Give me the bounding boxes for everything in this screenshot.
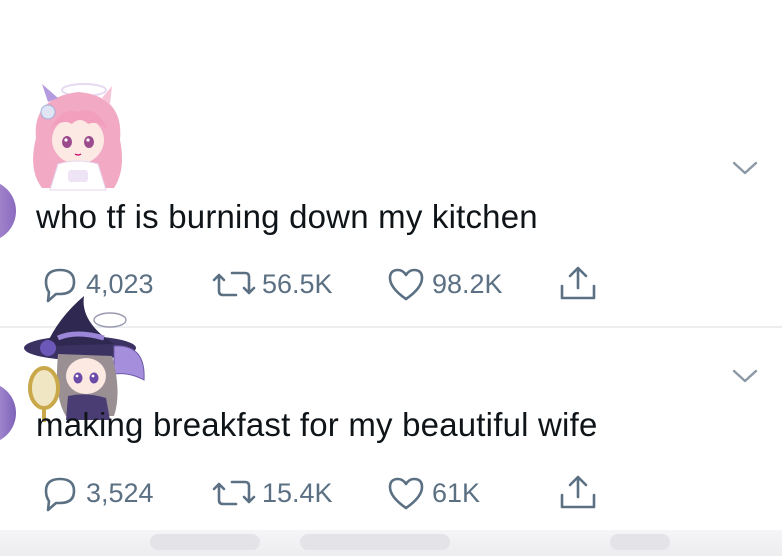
chevron-down-icon[interactable] <box>730 366 760 386</box>
speech-bubble-icon <box>44 477 76 512</box>
avatar[interactable] <box>0 180 16 242</box>
next-tweet-peek <box>0 530 782 556</box>
reply-button[interactable]: 3,524 <box>38 473 210 513</box>
heart-icon <box>388 477 424 510</box>
tweet-actions: 3,524 15.4K 61K <box>38 473 600 513</box>
tweet-text: making breakfast for my beautiful wife <box>36 406 598 443</box>
reply-count: 3,524 <box>86 477 154 508</box>
pink-haired-chibi-sticker <box>33 83 122 191</box>
retweet-count: 15.4K <box>262 477 333 508</box>
tweet-2: making breakfast for my beautiful wife 3… <box>0 282 782 522</box>
tweet-text: who tf is burning down my kitchen <box>36 198 538 235</box>
share-button[interactable] <box>556 473 600 513</box>
retweet-button[interactable]: 15.4K <box>210 473 384 513</box>
like-button[interactable]: 61K <box>384 473 556 513</box>
share-upload-icon <box>560 475 596 509</box>
avatar[interactable] <box>0 382 16 444</box>
chevron-down-icon[interactable] <box>730 158 760 178</box>
like-count: 61K <box>432 477 481 508</box>
retweet-arrows-icon <box>212 480 256 506</box>
